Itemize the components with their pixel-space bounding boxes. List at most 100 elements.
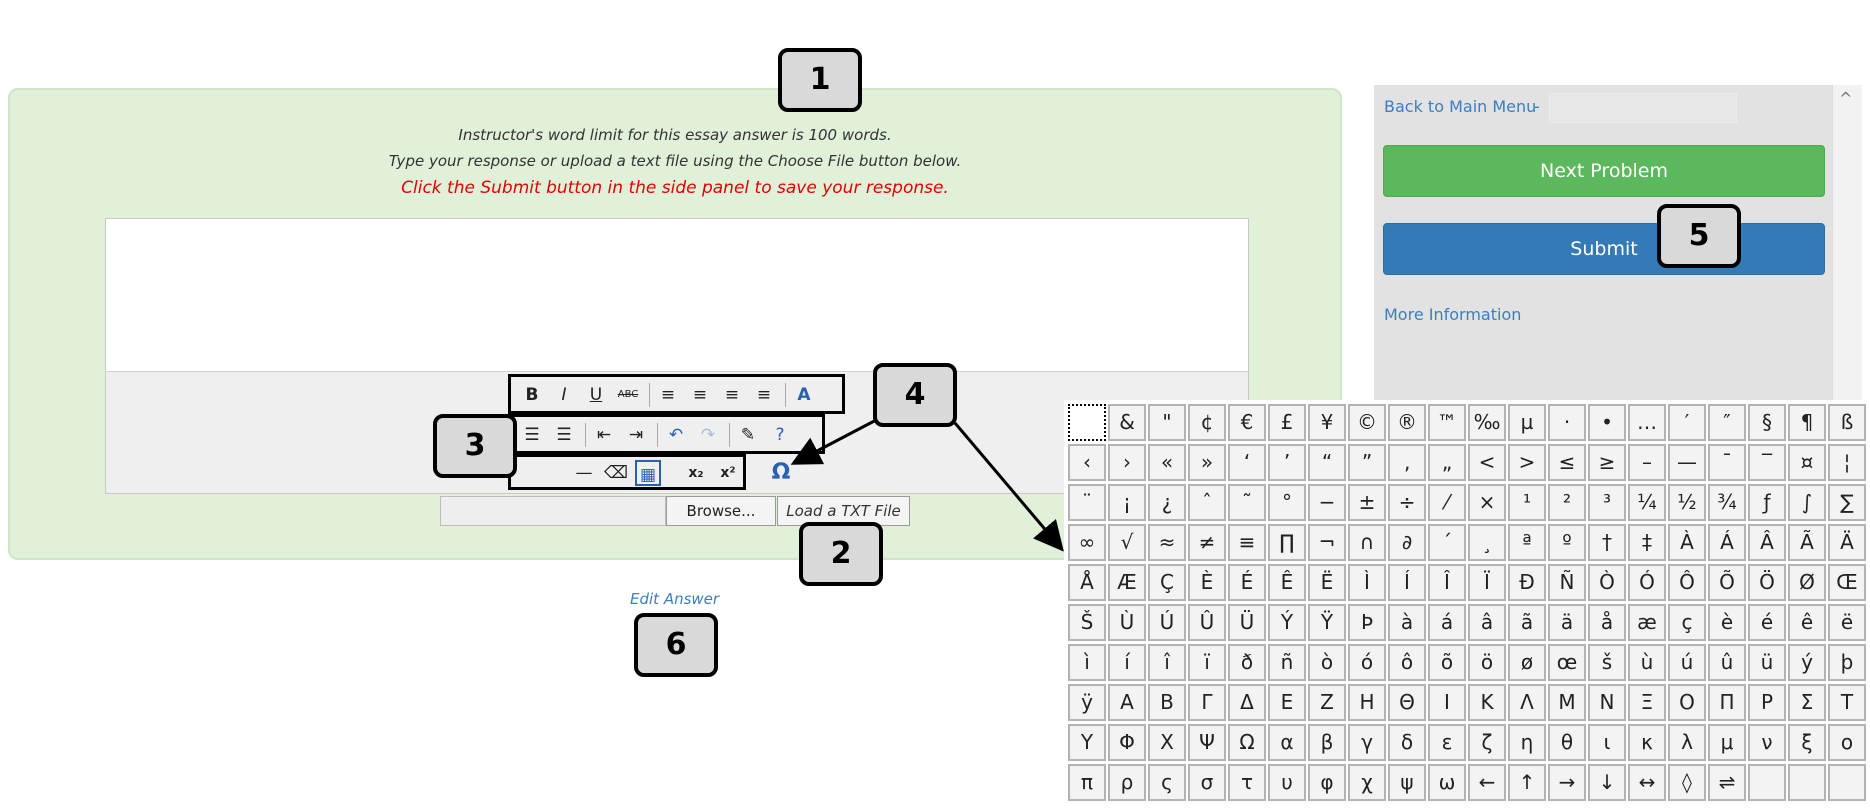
special-char-cell[interactable]: ÿ bbox=[1068, 684, 1106, 721]
special-char-cell[interactable]: Ý bbox=[1268, 604, 1306, 641]
indent-icon[interactable]: ⇥ bbox=[623, 422, 649, 448]
special-char-cell[interactable]: γ bbox=[1348, 724, 1386, 761]
special-char-cell[interactable]: Í bbox=[1388, 564, 1426, 601]
file-path-field[interactable] bbox=[440, 496, 666, 526]
special-char-cell[interactable]: í bbox=[1108, 644, 1146, 681]
editor-text-area[interactable] bbox=[106, 219, 1248, 371]
special-char-cell[interactable]: É bbox=[1228, 564, 1266, 601]
special-char-cell[interactable]: Œ bbox=[1828, 564, 1866, 601]
special-char-cell[interactable]: è bbox=[1708, 604, 1746, 641]
special-char-cell[interactable]: Λ bbox=[1508, 684, 1546, 721]
special-char-cell[interactable]: • bbox=[1588, 404, 1626, 441]
underline-icon[interactable]: U bbox=[583, 382, 609, 408]
special-char-cell[interactable]: ρ bbox=[1108, 764, 1146, 801]
special-char-cell[interactable]: þ bbox=[1828, 644, 1866, 681]
undo-icon[interactable]: ↶ bbox=[663, 422, 689, 448]
special-char-cell[interactable]: ü bbox=[1748, 644, 1786, 681]
special-char-cell[interactable]: µ bbox=[1508, 404, 1546, 441]
special-char-cell[interactable]: ó bbox=[1348, 644, 1386, 681]
special-char-cell[interactable]: ‡ bbox=[1628, 524, 1666, 561]
special-char-cell[interactable]: Õ bbox=[1708, 564, 1746, 601]
special-char-cell[interactable]: ∞ bbox=[1068, 524, 1106, 561]
special-char-cell[interactable]: Š bbox=[1068, 604, 1106, 641]
special-char-cell[interactable]: ⇌ bbox=[1708, 764, 1746, 801]
special-char-cell[interactable]: ∂ bbox=[1388, 524, 1426, 561]
special-char-cell[interactable]: δ bbox=[1388, 724, 1426, 761]
special-char-cell[interactable]: Ö bbox=[1748, 564, 1786, 601]
special-char-cell[interactable]: √ bbox=[1108, 524, 1146, 561]
align-center-icon[interactable]: ≡ bbox=[687, 382, 713, 408]
special-char-cell[interactable]: ² bbox=[1548, 484, 1586, 521]
special-char-cell[interactable]: Β bbox=[1148, 684, 1186, 721]
special-char-cell[interactable]: › bbox=[1108, 444, 1146, 481]
special-char-cell[interactable]: õ bbox=[1428, 644, 1466, 681]
special-char-cell[interactable]: « bbox=[1148, 444, 1186, 481]
special-char-cell[interactable]: ≠ bbox=[1188, 524, 1226, 561]
special-char-cell[interactable]: ‚ bbox=[1388, 444, 1426, 481]
special-char-cell[interactable]: ÷ bbox=[1388, 484, 1426, 521]
special-char-cell[interactable]: ì bbox=[1068, 644, 1106, 681]
special-char-cell[interactable]: ‹ bbox=[1068, 444, 1106, 481]
help-icon[interactable]: ? bbox=[767, 422, 793, 448]
font-color-icon[interactable]: A bbox=[791, 382, 817, 408]
special-char-cell[interactable]: Ä bbox=[1828, 524, 1866, 561]
special-char-cell[interactable]: ∏ bbox=[1268, 524, 1306, 561]
special-char-cell[interactable]: ° bbox=[1268, 484, 1306, 521]
special-char-cell[interactable]: ò bbox=[1308, 644, 1346, 681]
special-characters-icon[interactable]: Ω bbox=[768, 460, 794, 486]
special-char-cell[interactable]: Ψ bbox=[1188, 724, 1226, 761]
special-char-cell[interactable]: ø bbox=[1508, 644, 1546, 681]
special-char-cell[interactable]: ¡ bbox=[1108, 484, 1146, 521]
special-char-cell[interactable]: ³ bbox=[1588, 484, 1626, 521]
edit-answer-link[interactable]: Edit Answer bbox=[630, 590, 719, 608]
special-char-cell[interactable]: < bbox=[1468, 444, 1506, 481]
special-char-cell[interactable]: û bbox=[1708, 644, 1746, 681]
special-char-cell[interactable]: Ô bbox=[1668, 564, 1706, 601]
special-char-cell[interactable]: ≡ bbox=[1228, 524, 1266, 561]
special-char-cell[interactable] bbox=[1748, 764, 1786, 801]
special-char-cell[interactable]: ∑ bbox=[1828, 484, 1866, 521]
special-char-cell[interactable]: ê bbox=[1788, 604, 1826, 641]
special-char-cell[interactable]: ¨ bbox=[1068, 484, 1106, 521]
special-char-cell[interactable]: Ú bbox=[1148, 604, 1186, 641]
eraser-icon[interactable]: ⌫ bbox=[603, 460, 629, 486]
special-char-cell[interactable]: Ï bbox=[1468, 564, 1506, 601]
align-right-icon[interactable]: ≡ bbox=[719, 382, 745, 408]
side-panel-scrollbar[interactable]: ^ bbox=[1832, 85, 1862, 405]
special-char-cell[interactable]: Ó bbox=[1628, 564, 1666, 601]
scroll-up-icon[interactable]: ^ bbox=[1839, 89, 1852, 108]
special-char-cell[interactable]: ù bbox=[1628, 644, 1666, 681]
special-char-cell[interactable] bbox=[1828, 764, 1866, 801]
special-char-cell[interactable]: ¾ bbox=[1708, 484, 1746, 521]
align-justify-icon[interactable]: ≡ bbox=[751, 382, 777, 408]
special-char-cell[interactable]: œ bbox=[1548, 644, 1586, 681]
special-char-cell[interactable]: … bbox=[1628, 404, 1666, 441]
special-char-cell[interactable]: ç bbox=[1668, 604, 1706, 641]
special-char-cell[interactable]: ¿ bbox=[1148, 484, 1186, 521]
back-to-main-menu-link[interactable]: Back to Main Menu bbox=[1384, 97, 1536, 116]
special-char-cell[interactable]: ’ bbox=[1268, 444, 1306, 481]
special-char-cell[interactable]: υ bbox=[1268, 764, 1306, 801]
special-char-cell[interactable]: ñ bbox=[1268, 644, 1306, 681]
submit-button[interactable]: Submit bbox=[1383, 223, 1825, 275]
special-char-cell[interactable]: ← bbox=[1468, 764, 1506, 801]
special-char-cell[interactable]: ¸ bbox=[1468, 524, 1506, 561]
strikethrough-icon[interactable]: ABC bbox=[615, 382, 641, 408]
special-char-cell[interactable]: © bbox=[1348, 404, 1386, 441]
next-problem-button[interactable]: Next Problem bbox=[1383, 145, 1825, 197]
special-char-cell[interactable]: Ü bbox=[1228, 604, 1266, 641]
special-char-cell[interactable]: ς bbox=[1148, 764, 1186, 801]
italic-icon[interactable]: I bbox=[551, 382, 577, 408]
special-char-cell[interactable]: ö bbox=[1468, 644, 1506, 681]
special-char-cell[interactable]: ω bbox=[1428, 764, 1466, 801]
special-char-cell[interactable]: ¯ bbox=[1708, 444, 1746, 481]
special-char-cell[interactable]: „ bbox=[1428, 444, 1466, 481]
special-char-cell[interactable]: ≈ bbox=[1148, 524, 1186, 561]
special-char-cell[interactable]: » bbox=[1188, 444, 1226, 481]
special-char-cell[interactable]: ¶ bbox=[1788, 404, 1826, 441]
special-char-cell[interactable]: † bbox=[1588, 524, 1626, 561]
special-char-cell[interactable]: Þ bbox=[1348, 604, 1386, 641]
special-char-cell[interactable]: χ bbox=[1348, 764, 1386, 801]
special-char-cell[interactable]: · bbox=[1548, 404, 1586, 441]
special-char-cell[interactable]: ≤ bbox=[1548, 444, 1586, 481]
